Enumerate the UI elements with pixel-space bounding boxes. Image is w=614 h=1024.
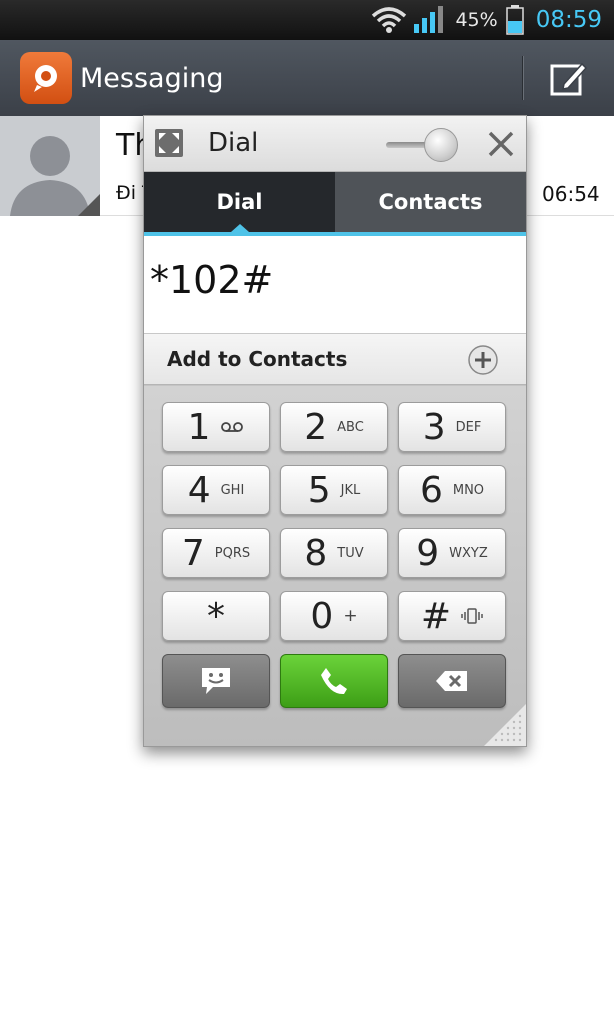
key-digit: # bbox=[420, 595, 452, 637]
key-digit: 0 bbox=[310, 595, 334, 637]
phone-icon bbox=[321, 668, 347, 695]
app-bar: Messaging bbox=[0, 40, 614, 116]
dialed-number-field[interactable]: *102# bbox=[144, 236, 526, 333]
key-2[interactable]: 2 ABC bbox=[280, 402, 388, 452]
key-9[interactable]: 9 WXYZ bbox=[398, 528, 506, 578]
key-star[interactable]: * bbox=[162, 591, 270, 641]
key-digit: 4 bbox=[187, 469, 211, 511]
contact-avatar bbox=[0, 116, 100, 216]
key-4[interactable]: 4 GHI bbox=[162, 465, 270, 515]
conversation-time: 06:54 bbox=[542, 182, 600, 206]
key-letters: WXYZ bbox=[449, 545, 488, 561]
vibrate-icon bbox=[461, 608, 483, 624]
message-button[interactable] bbox=[162, 654, 270, 708]
key-letters: MNO bbox=[452, 482, 485, 498]
signal-icon bbox=[414, 6, 444, 33]
call-button[interactable] bbox=[280, 654, 388, 708]
app-bar-divider bbox=[522, 56, 523, 100]
key-letters: TUV bbox=[337, 545, 364, 561]
voicemail-icon bbox=[221, 422, 244, 432]
key-letters: JKL bbox=[340, 482, 361, 498]
keypad: 1 2 ABC 3 DEF 4 GHI 5 JKL 6 MNO 7 PQRS 8… bbox=[144, 386, 526, 746]
popup-tabs: Dial Contacts bbox=[144, 172, 526, 232]
wifi-icon bbox=[372, 7, 407, 33]
add-icon bbox=[468, 345, 498, 375]
messaging-logo-icon[interactable] bbox=[20, 52, 72, 104]
backspace-button[interactable] bbox=[398, 654, 506, 708]
battery-icon bbox=[505, 5, 524, 35]
key-letters: + bbox=[343, 606, 358, 626]
key-7[interactable]: 7 PQRS bbox=[162, 528, 270, 578]
key-letters: GHI bbox=[220, 482, 245, 498]
slider-knob[interactable] bbox=[424, 128, 458, 162]
clock: 08:59 bbox=[535, 7, 602, 33]
tab-contacts[interactable]: Contacts bbox=[335, 172, 526, 232]
key-0[interactable]: 0 + bbox=[280, 591, 388, 641]
battery-percent: 45% bbox=[455, 9, 498, 31]
popup-title: Dial bbox=[208, 128, 259, 158]
key-1[interactable]: 1 bbox=[162, 402, 270, 452]
key-hash[interactable]: # bbox=[398, 591, 506, 641]
key-letters: ABC bbox=[337, 419, 364, 435]
close-icon[interactable] bbox=[487, 130, 515, 158]
message-smiley-icon bbox=[202, 668, 230, 694]
popup-header: Dial bbox=[144, 116, 526, 172]
dial-popup: Dial Dial Contacts *102# Add to Contacts… bbox=[143, 115, 527, 747]
key-digit: 8 bbox=[304, 532, 328, 574]
resize-grip-icon[interactable] bbox=[484, 704, 526, 746]
key-digit: 7 bbox=[181, 532, 205, 574]
key-digit: 1 bbox=[187, 406, 211, 448]
key-digit: 3 bbox=[422, 406, 446, 448]
compose-icon[interactable] bbox=[548, 58, 588, 98]
key-8[interactable]: 8 TUV bbox=[280, 528, 388, 578]
add-to-contacts-button[interactable]: Add to Contacts bbox=[144, 333, 526, 385]
key-5[interactable]: 5 JKL bbox=[280, 465, 388, 515]
tab-dial[interactable]: Dial bbox=[144, 172, 335, 232]
app-title: Messaging bbox=[80, 62, 224, 94]
key-letters: PQRS bbox=[214, 545, 251, 561]
status-bar: 45% 08:59 bbox=[0, 0, 614, 40]
key-3[interactable]: 3 DEF bbox=[398, 402, 506, 452]
key-digit: 2 bbox=[304, 406, 328, 448]
key-digit: * bbox=[207, 595, 225, 637]
backspace-icon bbox=[436, 671, 467, 691]
expand-icon[interactable] bbox=[155, 129, 183, 157]
add-to-contacts-label: Add to Contacts bbox=[167, 347, 348, 371]
key-letters: DEF bbox=[455, 419, 482, 435]
transparency-slider[interactable] bbox=[384, 128, 462, 162]
dialed-number: *102# bbox=[150, 258, 274, 302]
key-6[interactable]: 6 MNO bbox=[398, 465, 506, 515]
key-digit: 9 bbox=[416, 532, 440, 574]
key-digit: 6 bbox=[419, 469, 443, 511]
key-digit: 5 bbox=[307, 469, 331, 511]
